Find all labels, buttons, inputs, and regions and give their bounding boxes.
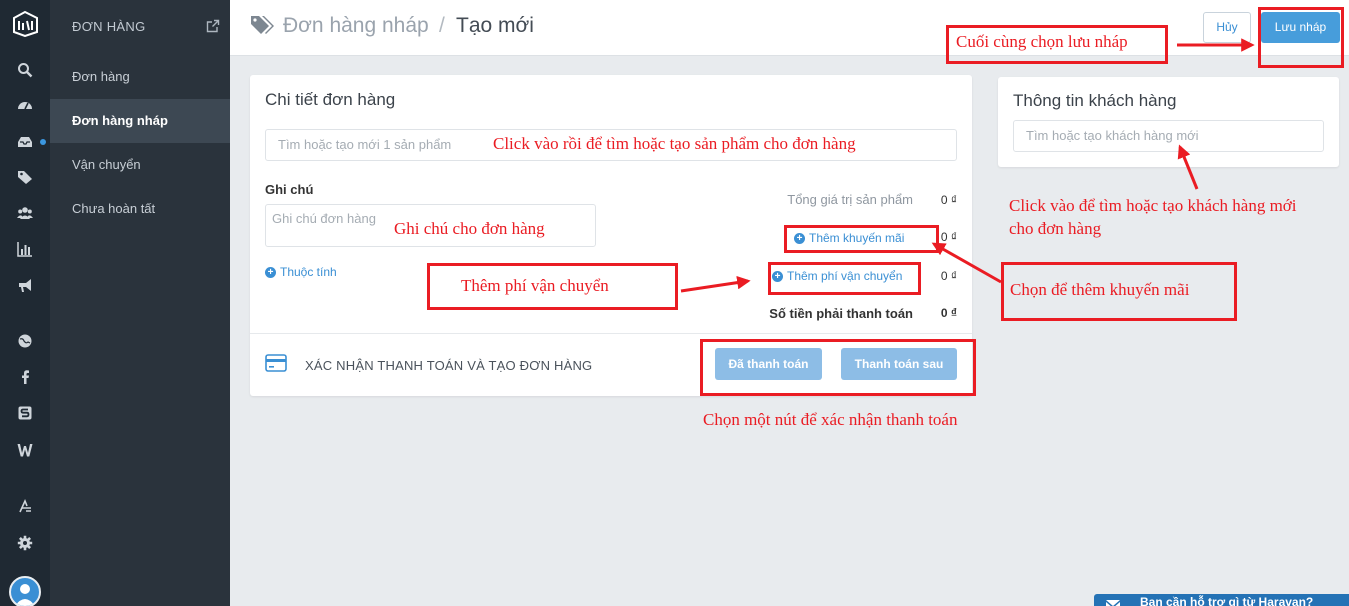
active-indicator: [40, 139, 46, 145]
tag-icon[interactable]: [17, 169, 33, 185]
breadcrumb-separator: /: [439, 14, 445, 37]
annotation-box: [700, 339, 976, 396]
gear-icon[interactable]: [17, 535, 33, 551]
s-icon[interactable]: [17, 405, 33, 421]
sidebar-item-label: Đơn hàng: [72, 69, 130, 84]
annotation-box: [784, 225, 939, 253]
annotation-customer-line1: Click vào để tìm hoặc tạo khách hàng mới: [1009, 196, 1297, 215]
shipping-value: 0 ₫: [940, 269, 957, 283]
page-header: Đơn hàng nháp / Tạo mới Hủy Lưu nháp: [230, 0, 1349, 56]
cancel-button[interactable]: Hủy: [1203, 12, 1251, 43]
annotation-save: Cuối cùng chọn lưu nháp: [956, 32, 1128, 51]
annotation-shipping: Thêm phí vận chuyển: [461, 276, 609, 295]
help-widget-label: Bạn cần hỗ trợ gì từ Haravan?: [1140, 595, 1314, 606]
sidebar-item-label: Vận chuyển: [72, 157, 141, 172]
attributes-link-label: Thuộc tính: [280, 265, 337, 279]
section-sidebar: ĐƠN HÀNG Đơn hàng Đơn hàng nháp Vận chuy…: [50, 0, 230, 606]
payment-confirm-label: XÁC NHẬN THANH TOÁN VÀ TẠO ĐƠN HÀNG: [305, 358, 593, 373]
avatar[interactable]: [9, 576, 41, 606]
logo-icon[interactable]: [12, 10, 39, 38]
page-title: Tạo mới: [456, 14, 534, 37]
inbox-icon[interactable]: [17, 134, 33, 150]
facebook-icon[interactable]: [17, 369, 33, 385]
amount-due-label: Số tiền phải thanh toán: [769, 306, 913, 321]
product-total-label: Tổng giá trị sản phẩm: [787, 192, 913, 207]
annotation-box: [768, 262, 921, 295]
help-widget[interactable]: Bạn cần hỗ trợ gì từ Haravan?: [1094, 594, 1349, 606]
globe-icon[interactable]: [17, 333, 33, 349]
sidebar-item-draft-orders[interactable]: Đơn hàng nháp: [50, 99, 230, 143]
attributes-link[interactable]: + Thuộc tính: [265, 265, 337, 279]
sidebar-item-incomplete[interactable]: Chưa hoàn tất: [50, 187, 230, 231]
breadcrumb-parent[interactable]: Đơn hàng nháp: [283, 14, 429, 38]
annotation-customer-line2: cho đơn hàng: [1009, 219, 1102, 238]
dashboard-icon[interactable]: [17, 97, 33, 113]
credit-card-icon: [265, 354, 287, 372]
bar-chart-icon[interactable]: [17, 241, 33, 257]
discount-value: 0 ₫: [940, 230, 957, 244]
annotation-product: Click vào rồi để tìm hoặc tạo sản phẩm c…: [493, 134, 856, 153]
sidebar-item-orders[interactable]: Đơn hàng: [50, 55, 230, 99]
annotation-discount: Chọn để thêm khuyến mãi: [1010, 280, 1190, 299]
sidebar-item-shipping[interactable]: Vận chuyển: [50, 143, 230, 187]
amount-due-value: 0 ₫: [940, 306, 957, 320]
users-icon[interactable]: [17, 205, 33, 221]
sidebar-section-title: ĐƠN HÀNG: [72, 19, 146, 34]
plus-circle-icon: +: [265, 266, 276, 278]
megaphone-icon[interactable]: [17, 277, 33, 293]
sidebar-item-label: Chưa hoàn tất: [72, 201, 156, 216]
annotation-payment: Chọn một nút để xác nhận thanh toán: [703, 410, 958, 429]
customer-search-input[interactable]: Tìm hoặc tạo khách hàng mới: [1013, 120, 1324, 152]
apps-icon[interactable]: [17, 498, 33, 514]
note-label: Ghi chú: [265, 182, 314, 197]
external-link-icon[interactable]: [206, 19, 220, 33]
product-total-value: 0 ₫: [940, 193, 957, 207]
tag-icon: [250, 14, 274, 36]
search-icon[interactable]: [17, 62, 33, 78]
customer-info-card: Thông tin khách hàng Tìm hoặc tạo khách …: [998, 77, 1339, 167]
w-icon[interactable]: [17, 442, 33, 458]
icon-rail: [0, 0, 50, 606]
sidebar-item-label: Đơn hàng nháp: [72, 113, 168, 128]
annotation-note: Ghi chú cho đơn hàng: [394, 219, 545, 238]
customer-card-title: Thông tin khách hàng: [1013, 91, 1177, 110]
annotation-box: [1258, 7, 1344, 68]
envelope-icon: [1106, 597, 1120, 606]
divider: [250, 333, 972, 334]
order-card-title: Chi tiết đơn hàng: [265, 90, 396, 109]
